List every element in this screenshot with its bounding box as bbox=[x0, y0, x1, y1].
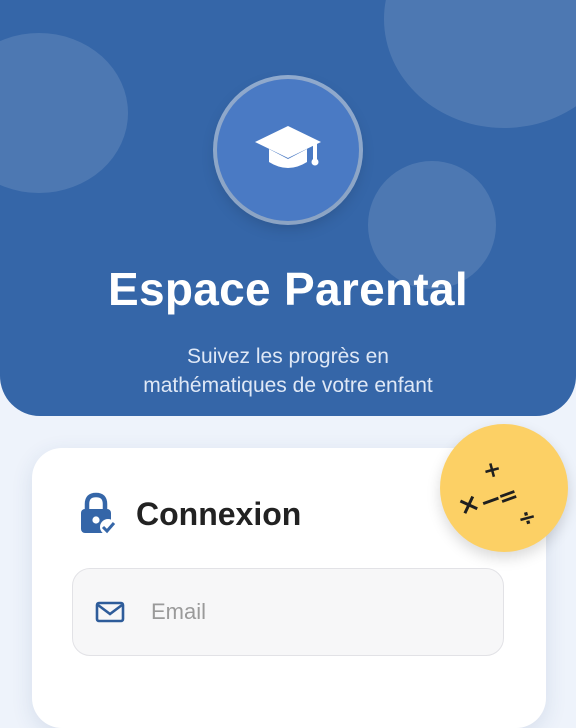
plus-symbol: + bbox=[480, 456, 505, 485]
app-logo bbox=[217, 79, 359, 221]
page-title: Espace Parental bbox=[108, 263, 468, 315]
page-subtitle: Suivez les progrès en mathématiques de v… bbox=[0, 342, 576, 400]
email-field[interactable] bbox=[72, 568, 504, 656]
envelope-icon bbox=[95, 601, 125, 623]
subtitle-line-2: mathématiques de votre enfant bbox=[143, 374, 433, 397]
graduation-cap-icon bbox=[255, 126, 321, 168]
subtitle-line-1: Suivez les progrès en bbox=[187, 345, 389, 368]
decorative-bubble bbox=[0, 33, 128, 193]
math-symbols-badge: + × − = ÷ bbox=[440, 424, 568, 552]
login-title: Connexion bbox=[136, 495, 302, 532]
email-input[interactable] bbox=[149, 598, 453, 626]
header-banner: Espace Parental Suivez les progrès en ma… bbox=[0, 0, 576, 416]
decorative-bubble bbox=[384, 0, 576, 128]
lock-check-icon bbox=[81, 492, 116, 535]
divide-symbol: ÷ bbox=[515, 504, 540, 533]
login-card-header: Connexion bbox=[78, 492, 301, 536]
